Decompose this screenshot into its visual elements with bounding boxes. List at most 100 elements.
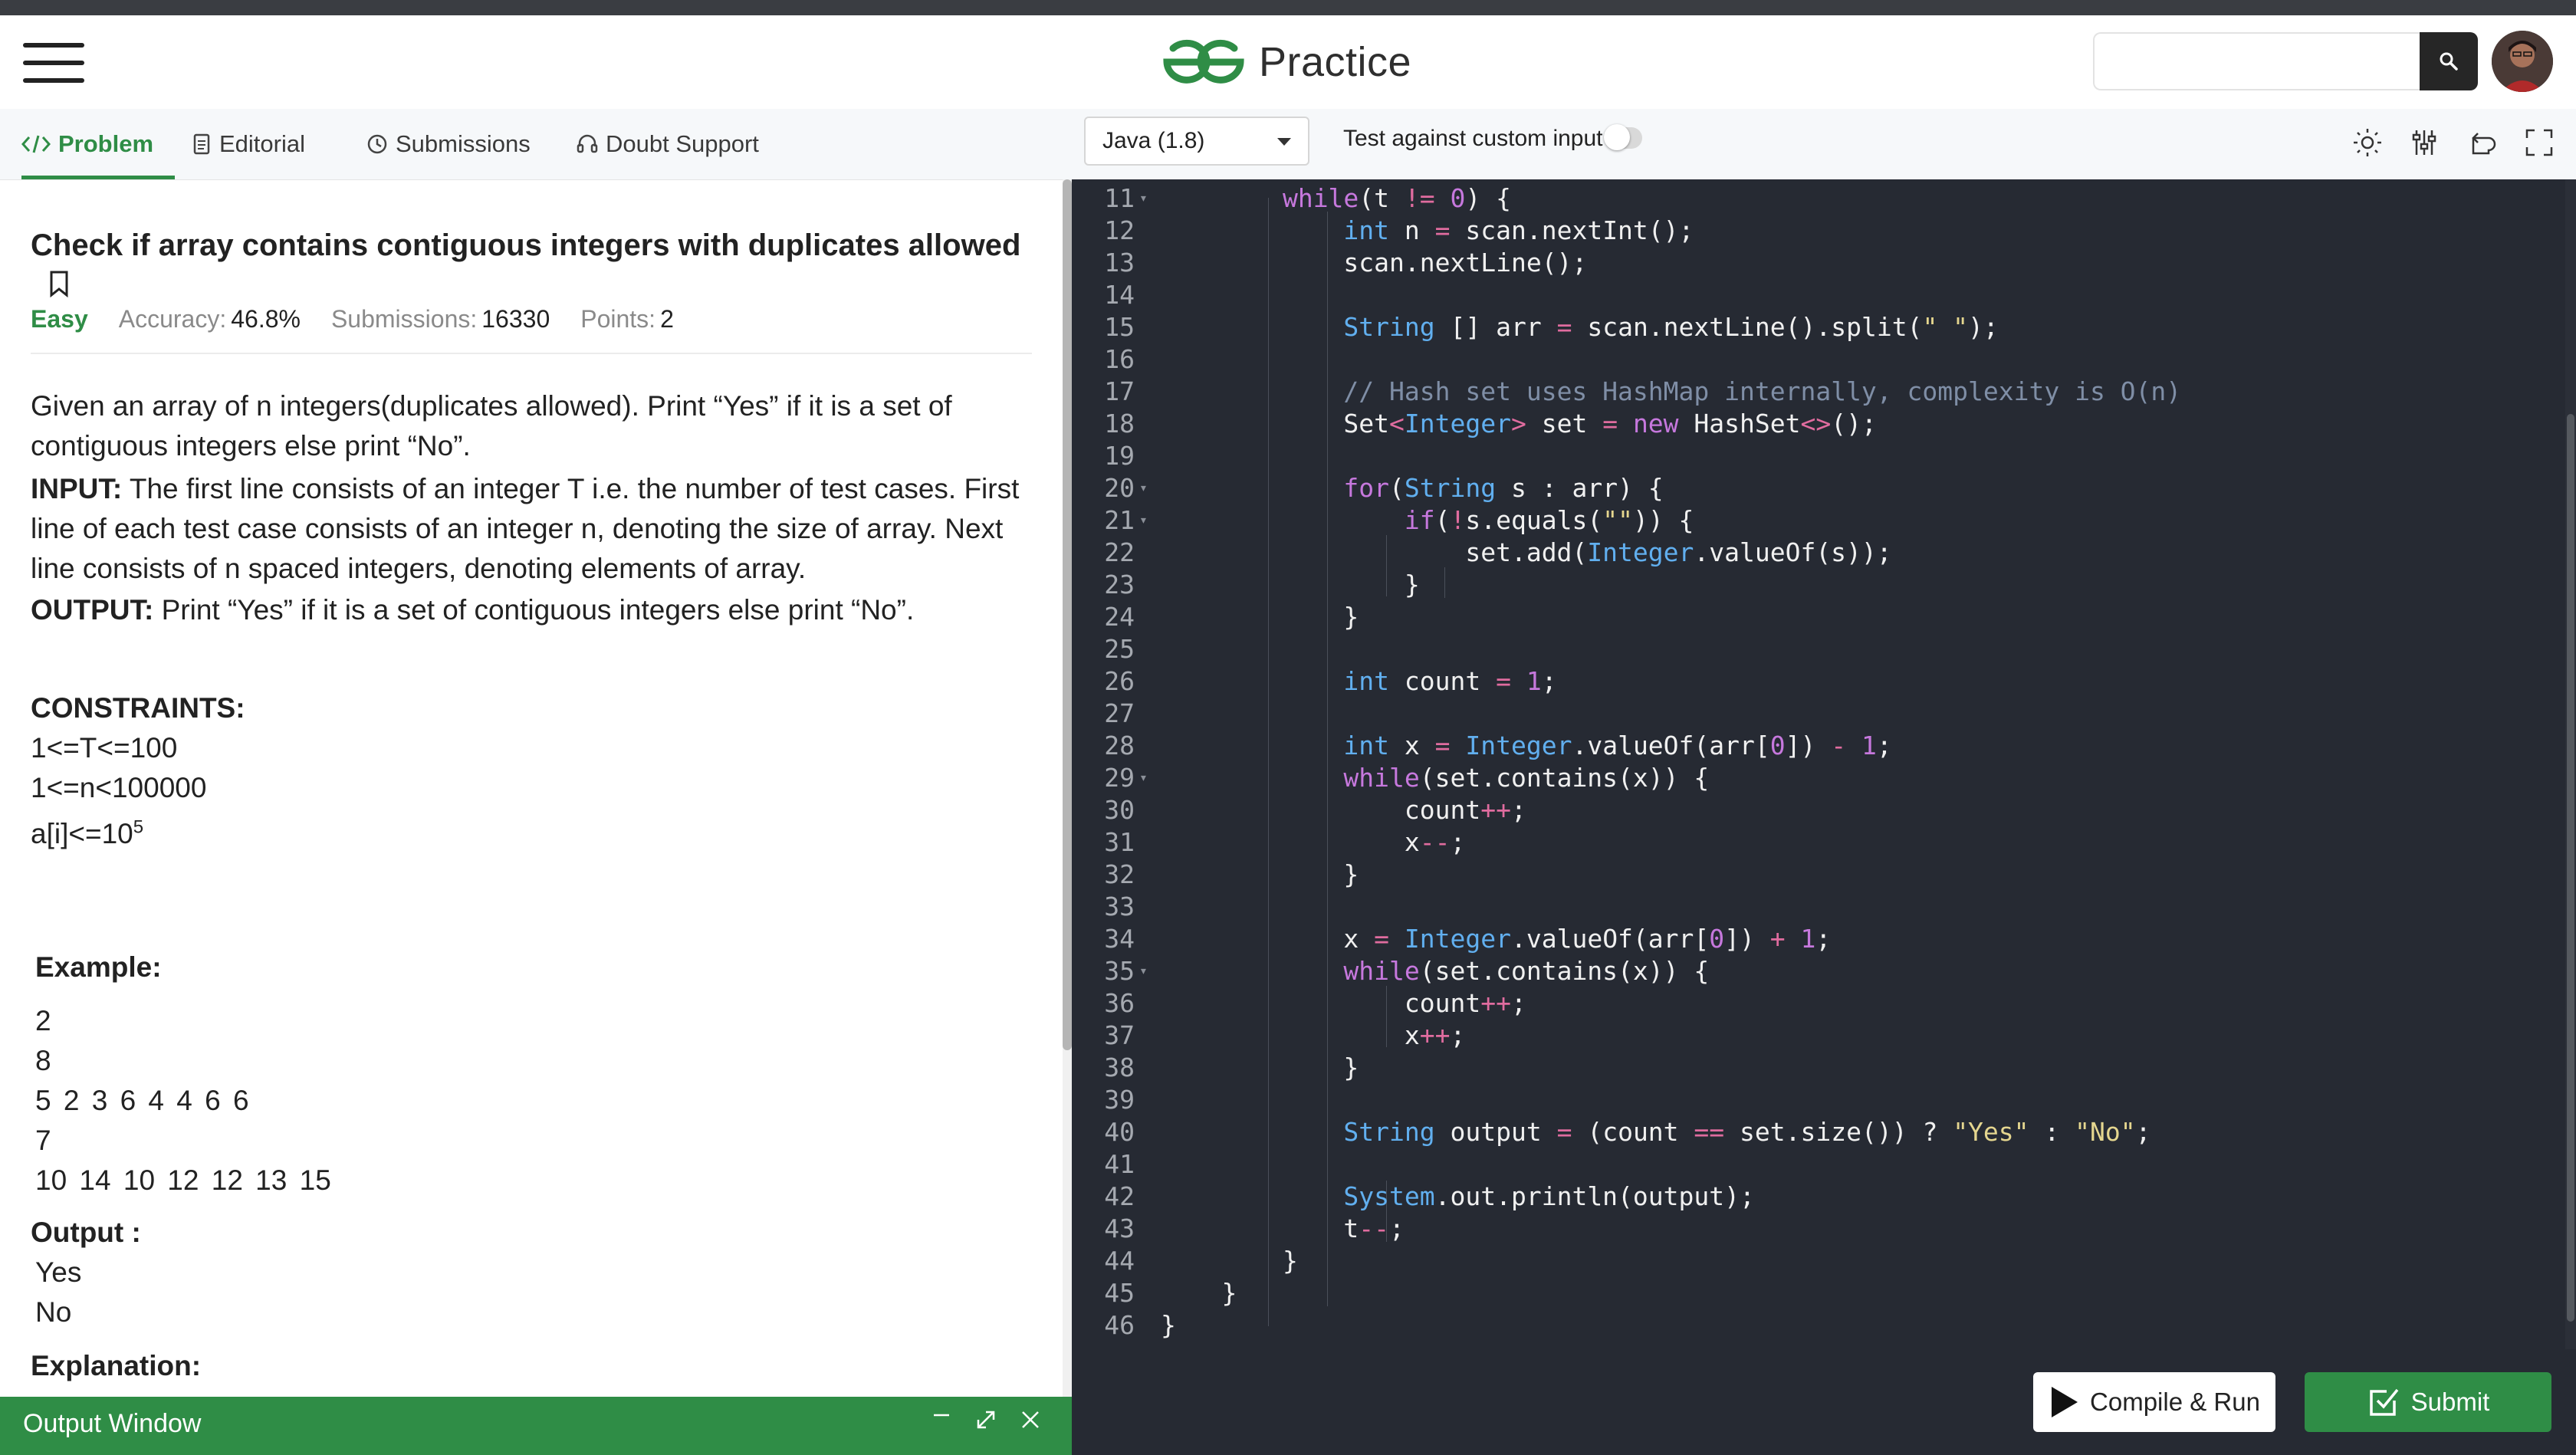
compile-run-button[interactable]: Compile & Run [2033, 1372, 2275, 1432]
code-line[interactable]: int count = 1; [1161, 665, 1556, 698]
line-number: 23 [1104, 570, 1135, 599]
fold-chevron-icon[interactable]: ▾ [1139, 504, 1148, 537]
reset-icon[interactable] [2466, 126, 2499, 159]
fold-chevron-icon[interactable]: ▾ [1139, 472, 1148, 504]
line-number: 25 [1104, 634, 1135, 664]
bookmark-icon[interactable] [48, 270, 71, 297]
code-line[interactable]: Set<Integer> set = new HashSet<>(); [1161, 408, 1876, 440]
example-line: 5 2 3 6 4 4 6 6 [35, 1085, 249, 1116]
line-number: 39 [1104, 1085, 1135, 1115]
submit-button[interactable]: Submit [2305, 1372, 2551, 1432]
accuracy-label: Accuracy: [118, 305, 227, 333]
output-window-title: Output Window [23, 1409, 202, 1438]
example-output-line: No [35, 1296, 72, 1328]
code-line[interactable]: t--; [1161, 1213, 1405, 1245]
code-line[interactable]: System.out.println(output); [1161, 1181, 1754, 1213]
output-text: Print “Yes” if it is a set of contiguous… [153, 594, 915, 626]
fold-chevron-icon[interactable]: ▾ [1139, 955, 1148, 987]
settings-sliders-icon[interactable] [2407, 126, 2441, 159]
language-select[interactable]: Java (1.8) [1084, 117, 1309, 166]
close-icon[interactable] [1020, 1409, 1041, 1430]
clock-icon [367, 134, 387, 154]
code-line[interactable]: if(!s.equals("")) { [1161, 504, 1694, 537]
line-number: 14 [1104, 280, 1135, 310]
custom-input-toggle[interactable] [1604, 124, 1642, 150]
code-line[interactable]: } [1161, 601, 1359, 633]
line-number: 40 [1104, 1117, 1135, 1147]
search-input[interactable] [2093, 32, 2423, 90]
tab-problem[interactable]: Problem [21, 109, 176, 179]
line-number: 16 [1104, 344, 1135, 374]
language-value: Java (1.8) [1102, 128, 1205, 153]
line-number: 26 [1104, 666, 1135, 696]
fold-chevron-icon[interactable]: ▾ [1139, 762, 1148, 794]
line-number: 45 [1104, 1278, 1135, 1308]
tab-submissions[interactable]: Submissions [366, 109, 531, 179]
line-number: 36 [1104, 988, 1135, 1018]
code-line[interactable]: } [1161, 1277, 1237, 1309]
line-number: 13 [1104, 248, 1135, 278]
example-line: 7 [35, 1125, 51, 1156]
code-line[interactable]: } [1161, 1309, 1176, 1342]
code-line[interactable]: count++; [1161, 987, 1526, 1020]
code-line[interactable]: } [1161, 1245, 1298, 1277]
brand-logo[interactable]: Practice [1161, 35, 1411, 89]
output-window-bar[interactable]: Output Window [0, 1397, 1072, 1455]
line-number: 24 [1104, 602, 1135, 632]
code-line[interactable]: count++; [1161, 794, 1526, 826]
output-section: OUTPUT: Print “Yes” if it is a set of co… [31, 590, 1043, 630]
theme-sun-icon[interactable] [2351, 126, 2384, 159]
points-value: 2 [660, 305, 674, 333]
minimize-icon[interactable] [931, 1409, 952, 1430]
tab-editorial[interactable]: Editorial [193, 109, 305, 179]
code-line[interactable]: while(set.contains(x)) { [1161, 762, 1709, 794]
code-line[interactable]: String output = (count == set.size()) ? … [1161, 1116, 2150, 1148]
checkbox-icon [2369, 1388, 2398, 1416]
code-line[interactable]: // Hash set uses HashMap internally, com… [1161, 376, 2181, 408]
constraint-2: 1<=n<100000 [31, 772, 207, 803]
fullscreen-icon[interactable] [2522, 126, 2556, 159]
line-number: 33 [1104, 892, 1135, 921]
code-line[interactable]: for(String s : arr) { [1161, 472, 1663, 504]
fold-chevron-icon[interactable]: ▾ [1139, 182, 1148, 215]
code-line[interactable]: x++; [1161, 1020, 1466, 1052]
code-line[interactable]: } [1161, 1052, 1359, 1084]
line-number: 18 [1104, 409, 1135, 438]
code-line[interactable]: scan.nextLine(); [1161, 247, 1587, 279]
line-number: 43 [1104, 1214, 1135, 1243]
expand-icon[interactable] [975, 1409, 997, 1430]
code-line[interactable]: } [1161, 569, 1420, 601]
code-line[interactable]: x--; [1161, 826, 1466, 859]
output-window-controls [931, 1409, 1041, 1430]
brand-text: Practice [1259, 39, 1412, 85]
play-icon [2052, 1387, 2078, 1417]
code-line[interactable]: String [] arr = scan.nextLine().split(" … [1161, 311, 1998, 343]
constraint-3-base: a[i]<=10 [31, 818, 133, 850]
search-button[interactable] [2420, 32, 2478, 90]
code-line[interactable]: while(set.contains(x)) { [1161, 955, 1709, 987]
explanation-label: Explanation: [31, 1350, 202, 1381]
code-line[interactable]: int n = scan.nextInt(); [1161, 215, 1694, 247]
user-avatar[interactable] [2492, 31, 2553, 92]
menu-icon[interactable] [23, 43, 84, 83]
editor-actions: Compile & Run Submit [1072, 1349, 2576, 1455]
tab-label: Editorial [219, 130, 305, 157]
editor-scrollbar[interactable] [2565, 179, 2576, 1349]
code-line[interactable]: x = Integer.valueOf(arr[0]) + 1; [1161, 923, 1831, 955]
code-line[interactable]: set.add(Integer.valueOf(s)); [1161, 537, 1891, 569]
gfg-logo-icon [1163, 39, 1244, 84]
submissions-value: 16330 [481, 305, 550, 333]
code-line[interactable]: int x = Integer.valueOf(arr[0]) - 1; [1161, 730, 1891, 762]
accuracy-value: 46.8% [231, 305, 301, 333]
problem-title: Check if array contains contiguous integ… [31, 228, 1021, 262]
code-line[interactable]: while(t != 0) { [1161, 182, 1511, 215]
problem-scrollbar[interactable] [1063, 179, 1072, 1397]
example-input: 2 8 5 2 3 6 4 4 6 6 7 10 14 10 12 12 13 … [35, 1001, 331, 1200]
code-editor[interactable]: 11 ▾ while(t != 0) {12 int n = scan.nextI… [1072, 179, 2576, 1349]
tab-label: Doubt Support [606, 130, 759, 157]
line-number: 17 [1104, 376, 1135, 406]
code-line[interactable]: } [1161, 859, 1359, 891]
problem-tabs: Problem Editorial Submissions Doubt Supp… [0, 109, 1072, 180]
example-line: 2 [35, 1005, 51, 1036]
tab-doubt-support[interactable]: Doubt Support [577, 109, 759, 179]
